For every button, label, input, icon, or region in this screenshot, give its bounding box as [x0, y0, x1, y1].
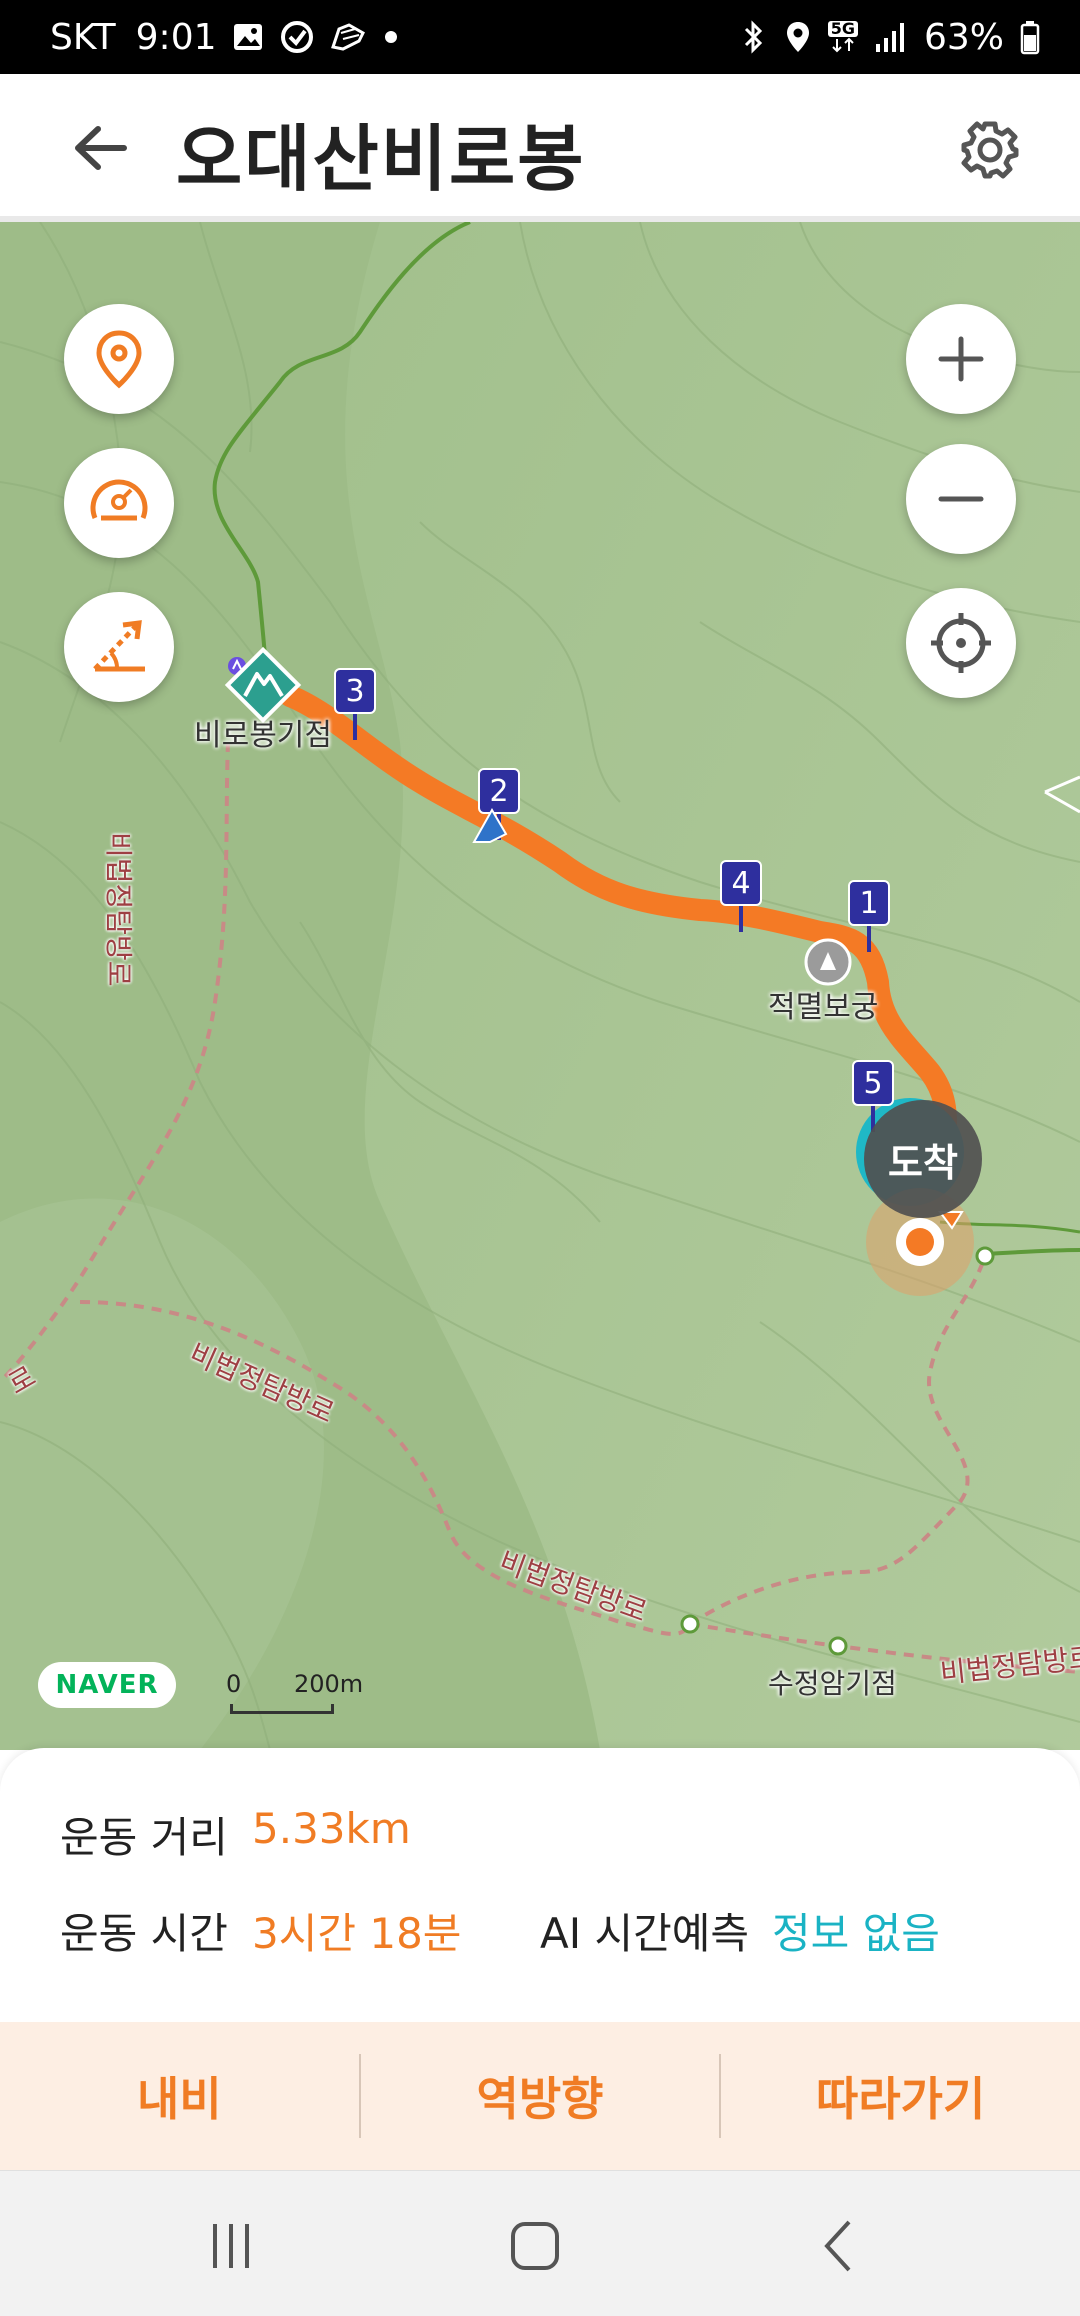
app-header: 오대산비로봉: [0, 74, 1080, 222]
shoe-icon: [329, 19, 367, 55]
system-nav-bar: [0, 2170, 1080, 2316]
signal-icon: [874, 20, 908, 54]
scale-zero: 0: [226, 1670, 242, 1698]
my-location-button[interactable]: [906, 588, 1016, 698]
distance-label: 운동 거리: [60, 1813, 228, 1862]
gallery-icon: [231, 20, 265, 54]
distance-value: 5.33km: [252, 1804, 411, 1853]
reverse-button[interactable]: 역방향: [361, 2022, 720, 2170]
follow-button[interactable]: 따라가기: [721, 2022, 1080, 2170]
clock-time: 9:01: [135, 16, 217, 58]
minus-icon: [938, 496, 984, 502]
recent-apps-button[interactable]: [186, 2211, 276, 2281]
zoom-in-button[interactable]: [906, 304, 1016, 414]
waypoint-marker-1[interactable]: 1: [848, 880, 890, 954]
peak-label: 비로봉기점: [194, 718, 332, 753]
back-chevron-icon: [824, 2220, 851, 2272]
navi-button[interactable]: 내비: [0, 2022, 359, 2170]
time-value: 3시간 18분: [252, 1909, 462, 1958]
plus-icon: [938, 336, 984, 382]
zoom-out-button[interactable]: [906, 444, 1016, 554]
flag-icon: [472, 807, 508, 843]
waypoint-marker-3[interactable]: 3: [334, 668, 376, 742]
stats-panel: 운동 거리 5.33km 운동 시간 3시간 18분 AI 시간예측 정보 없음: [0, 1748, 1080, 2022]
status-bar: SKT 9:01 5G 63%: [0, 0, 1080, 74]
back-arrow-icon: [75, 126, 127, 170]
temple-label: 적멸보궁: [768, 990, 879, 1025]
settings-button[interactable]: [950, 110, 1030, 190]
map-pin-icon: [96, 330, 142, 389]
system-back-button[interactable]: [794, 2211, 884, 2281]
battery-percent: 63%: [923, 16, 1004, 58]
time-label: 운동 시간: [60, 1909, 228, 1958]
waypoint-marker-4[interactable]: 4: [720, 860, 762, 934]
ai-estimate-value: 정보 없음: [772, 1909, 940, 1958]
5g-icon: 5G: [827, 21, 858, 53]
dot-icon: [381, 27, 401, 47]
speedometer-icon: [90, 479, 148, 521]
arrival-marker[interactable]: 도착: [864, 1100, 982, 1218]
waypoint-label: 1: [848, 880, 890, 926]
scale-bar: [230, 1704, 334, 1714]
location-icon: [784, 19, 812, 55]
recent-apps-icon: [213, 2224, 249, 2268]
naver-logo: NAVER: [38, 1662, 176, 1708]
carrier-label: SKT: [50, 16, 116, 58]
waypoint-label: 3: [334, 668, 376, 714]
speedometer-button[interactable]: [64, 448, 174, 558]
action-bar: 내비 역방향 따라가기: [0, 2022, 1080, 2170]
crosshair-icon: [931, 613, 991, 673]
bluetooth-icon: [740, 19, 768, 55]
waypoint-label: 4: [720, 860, 762, 906]
slope-icon: [93, 620, 145, 672]
trail-label: 비법정탐방로: [102, 832, 135, 987]
ai-estimate-label: AI 시간예측: [540, 1909, 750, 1958]
map-terrain: [0, 222, 1080, 1750]
home-icon: [511, 2222, 559, 2270]
battery-icon: [1020, 19, 1040, 55]
map-scale: 0 200m: [222, 1670, 364, 1730]
waypoint-label: 5: [852, 1060, 894, 1106]
location-pin-button[interactable]: [64, 304, 174, 414]
home-button[interactable]: [490, 2211, 580, 2281]
spring-label: 수정암기점: [768, 1667, 897, 1700]
page-title: 오대산비로봉: [176, 117, 586, 201]
arrival-label: 도착: [888, 1140, 958, 1185]
scale-distance: 200m: [294, 1670, 364, 1698]
map-view[interactable]: 3 2 4 1 5 도착 비로봉기점 적멸보궁 수정암기점 비법정탐방로 비법정…: [0, 222, 1080, 1750]
sync-icon: [279, 19, 315, 55]
gear-icon: [961, 121, 1019, 179]
back-button[interactable]: [60, 112, 140, 184]
elevation-button[interactable]: [64, 592, 174, 702]
